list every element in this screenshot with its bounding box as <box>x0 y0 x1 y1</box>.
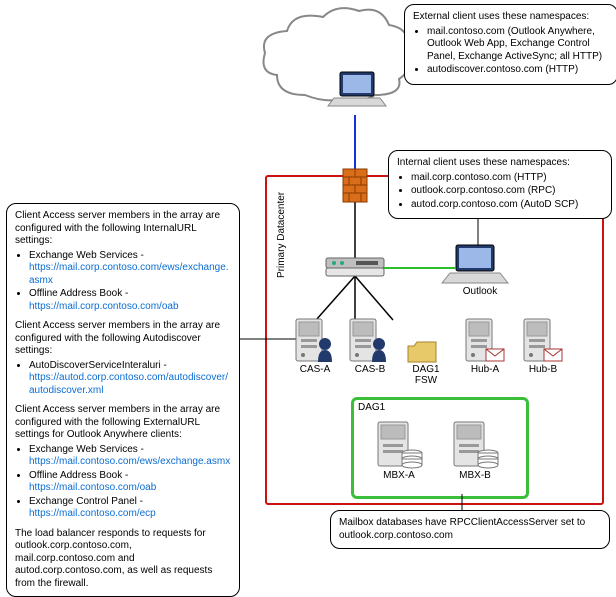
cas-p3-list: Exchange Web Services -https://mail.cont… <box>15 444 231 521</box>
url-link[interactable]: https://mail.contoso.com/oab <box>29 482 156 493</box>
internal-client-callout: Internal client uses these namespaces: m… <box>388 150 612 219</box>
external-callout-list: mail.contoso.com (Outlook Anywhere, Outl… <box>413 26 609 77</box>
dag1-label: DAG1 <box>358 402 385 413</box>
cas-p2-list: AutoDiscoverServiceInteraluri -https://a… <box>15 360 231 398</box>
cas-p2: Client Access server members in the arra… <box>15 320 231 358</box>
internal-item: autod.corp.contoso.com (AutoD SCP) <box>411 199 603 212</box>
list-item: Offline Address Book -https://mail.conto… <box>29 470 231 495</box>
internal-item: outlook.corp.contoso.com (RPC) <box>411 185 603 198</box>
list-item: Exchange Web Services -https://mail.cont… <box>29 444 231 469</box>
list-item: Exchange Control Panel -https://mail.con… <box>29 496 231 521</box>
url-link[interactable]: https://mail.corp.contoso.com/ews/exchan… <box>29 262 229 286</box>
internal-item: mail.corp.contoso.com (HTTP) <box>411 172 603 185</box>
cas-a-label: CAS-A <box>295 364 335 375</box>
list-item: AutoDiscoverServiceInteraluri -https://a… <box>29 360 231 398</box>
external-item: autodiscover.contoso.com (HTTP) <box>427 64 609 77</box>
cas-p1-list: Exchange Web Services -https://mail.corp… <box>15 250 231 314</box>
mbx-b-label: MBX-B <box>453 470 497 481</box>
cas-settings-callout: Client Access server members in the arra… <box>6 203 240 597</box>
diagram-stage: Primary Datacenter DAG1 <box>0 0 616 547</box>
external-callout-intro: External client uses these namespaces: <box>413 11 609 24</box>
external-client-callout: External client uses these namespaces: m… <box>404 4 616 85</box>
hub-a-label: Hub-A <box>463 364 507 375</box>
cas-p4: The load balancer responds to requests f… <box>15 528 231 591</box>
dag-fsw-label: DAG1 FSW <box>406 364 446 386</box>
url-link[interactable]: https://mail.corp.contoso.com/oab <box>29 301 179 312</box>
mailbox-text: Mailbox databases have RPCClientAccessSe… <box>339 517 601 542</box>
cas-p3: Client Access server members in the arra… <box>15 404 231 442</box>
url-link[interactable]: https://mail.contoso.com/ecp <box>29 508 156 519</box>
url-link[interactable]: https://mail.contoso.com/ews/exchange.as… <box>29 456 230 467</box>
internal-callout-intro: Internal client uses these namespaces: <box>397 157 603 170</box>
mbx-a-label: MBX-A <box>377 470 421 481</box>
external-item: mail.contoso.com (Outlook Anywhere, Outl… <box>427 26 609 64</box>
list-item: Offline Address Book -https://mail.corp.… <box>29 288 231 313</box>
list-item: Exchange Web Services -https://mail.corp… <box>29 250 231 288</box>
primary-datacenter-label: Primary Datacenter <box>276 192 287 278</box>
internal-callout-list: mail.corp.contoso.com (HTTP) outlook.cor… <box>397 172 603 212</box>
url-link[interactable]: https://autod.corp.contoso.com/autodisco… <box>29 372 228 396</box>
outlook-label: Outlook <box>455 286 505 297</box>
cas-p1: Client Access server members in the arra… <box>15 210 231 248</box>
cas-b-label: CAS-B <box>350 364 390 375</box>
hub-b-label: Hub-B <box>521 364 565 375</box>
mailbox-callout: Mailbox databases have RPCClientAccessSe… <box>330 510 610 549</box>
